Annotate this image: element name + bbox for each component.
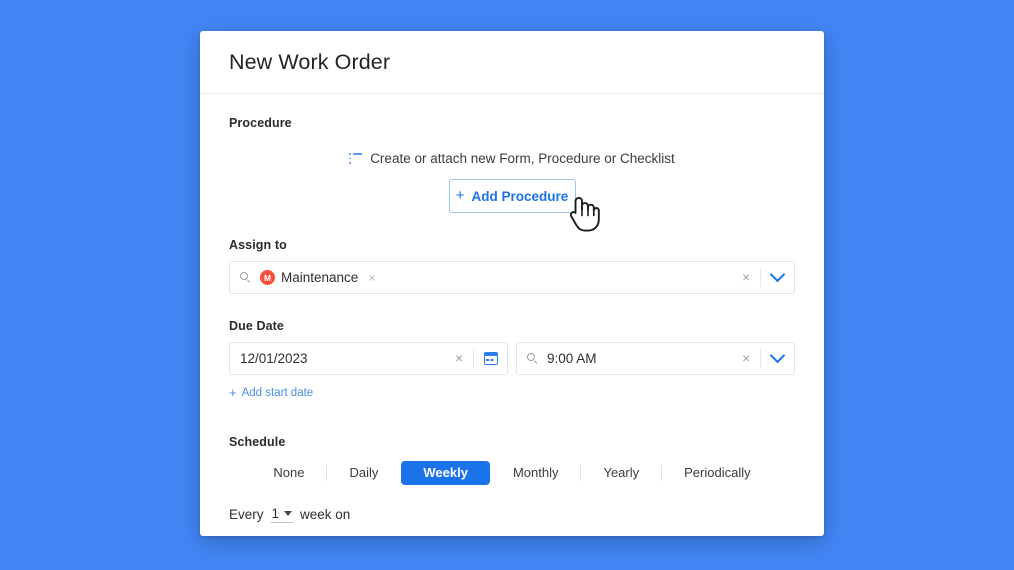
due-date-actions: × bbox=[445, 343, 507, 374]
recurrence-row: Every 1 week on bbox=[229, 506, 795, 523]
new-work-order-dialog: New Work Order Procedure Create or attac… bbox=[200, 31, 824, 536]
plus-icon: + bbox=[229, 384, 237, 400]
remove-assignee-icon[interactable]: × bbox=[368, 272, 375, 284]
due-date-label: Due Date bbox=[229, 319, 284, 333]
add-procedure-label: Add Procedure bbox=[471, 188, 569, 204]
screen: New Work Order Procedure Create or attac… bbox=[0, 0, 1014, 570]
assign-to-label: Assign to bbox=[229, 238, 287, 252]
add-start-date-link[interactable]: + Add start date bbox=[229, 386, 313, 399]
due-time-input[interactable]: 9:00 AM × bbox=[516, 342, 795, 375]
calendar-icon bbox=[483, 352, 498, 365]
calendar-picker-button[interactable] bbox=[474, 352, 507, 365]
clear-assign-to-icon[interactable]: × bbox=[732, 271, 760, 285]
due-time-actions: × bbox=[732, 343, 794, 374]
recurrence-suffix: week on bbox=[300, 507, 351, 522]
tab-daily[interactable]: Daily bbox=[327, 461, 400, 485]
search-icon bbox=[527, 353, 538, 365]
list-icon bbox=[349, 153, 363, 164]
due-time-dropdown-button[interactable] bbox=[761, 347, 794, 364]
tab-none[interactable]: None bbox=[251, 461, 326, 485]
chevron-down-icon bbox=[769, 266, 786, 283]
assignee-chip[interactable]: M Maintenance × bbox=[260, 270, 375, 285]
add-procedure-button[interactable]: + Add Procedure bbox=[448, 179, 576, 213]
assignee-name: Maintenance bbox=[281, 270, 359, 285]
due-date-value: 12/01/2023 bbox=[240, 351, 308, 366]
tab-yearly[interactable]: Yearly bbox=[581, 461, 661, 485]
tab-monthly[interactable]: Monthly bbox=[491, 461, 581, 485]
page-title: New Work Order bbox=[229, 49, 391, 74]
attach-procedure-text: Create or attach new Form, Procedure or … bbox=[370, 151, 675, 166]
procedure-label: Procedure bbox=[229, 116, 292, 130]
chevron-down-icon bbox=[284, 511, 293, 516]
dialog-body: Procedure Create or attach new Form, Pro… bbox=[200, 116, 824, 523]
due-date-section: Due Date 12/01/2023 × 9:00 AM × + Add st… bbox=[229, 319, 795, 402]
add-start-date-label: Add start date bbox=[241, 386, 314, 399]
clear-due-time-icon[interactable]: × bbox=[732, 352, 760, 366]
schedule-label: Schedule bbox=[229, 435, 286, 449]
procedure-section: Procedure Create or attach new Form, Pro… bbox=[229, 116, 795, 213]
assign-to-dropdown-button[interactable] bbox=[761, 266, 794, 283]
assign-to-actions: × bbox=[732, 262, 794, 293]
attach-procedure-row: Create or attach new Form, Procedure or … bbox=[229, 151, 795, 166]
add-procedure-row: + Add Procedure bbox=[229, 179, 795, 213]
recurrence-prefix: Every bbox=[229, 507, 264, 522]
clear-due-date-icon[interactable]: × bbox=[445, 352, 473, 366]
due-date-input[interactable]: 12/01/2023 × bbox=[229, 342, 508, 375]
recurrence-interval-value: 1 bbox=[271, 506, 280, 521]
recurrence-interval-select[interactable]: 1 bbox=[270, 506, 294, 523]
plus-icon: + bbox=[455, 187, 465, 204]
search-icon bbox=[240, 272, 251, 284]
tab-weekly[interactable]: Weekly bbox=[401, 461, 490, 485]
due-date-row: 12/01/2023 × 9:00 AM × bbox=[229, 342, 795, 375]
dialog-header: New Work Order bbox=[200, 31, 824, 94]
schedule-tabs: None Daily Weekly Monthly Yearly Periodi… bbox=[229, 461, 795, 485]
assign-to-input[interactable]: M Maintenance × × bbox=[229, 261, 795, 294]
tab-periodically[interactable]: Periodically bbox=[662, 461, 772, 485]
schedule-section: Schedule None Daily Weekly Monthly Yearl… bbox=[229, 435, 795, 523]
chevron-down-icon bbox=[769, 347, 786, 364]
avatar: M bbox=[260, 270, 275, 285]
due-time-value: 9:00 AM bbox=[547, 351, 597, 366]
assign-to-section: Assign to M Maintenance × × bbox=[229, 238, 795, 294]
